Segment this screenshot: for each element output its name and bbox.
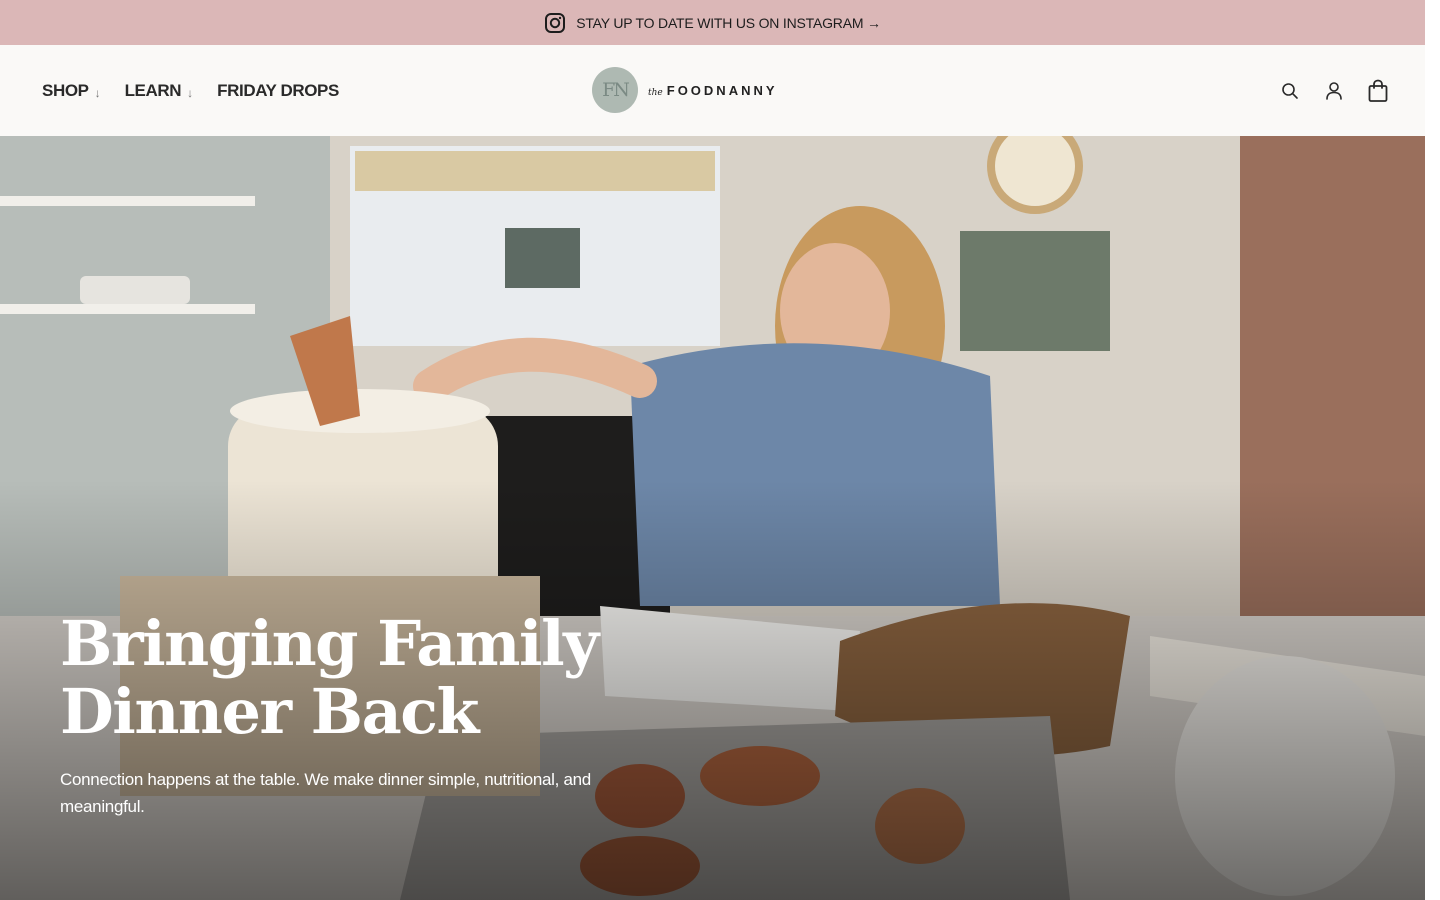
search-icon[interactable] (1279, 80, 1301, 102)
utility-icons (1279, 45, 1389, 136)
promo-text: STAY UP TO DATE WITH US ON INSTAGRAM → (576, 14, 881, 31)
nav-label-learn: LEARN (124, 80, 182, 100)
hero-subtitle: Connection happens at the table. We make… (60, 770, 591, 816)
nav-item-shop[interactable]: SHOP ↓ (42, 81, 101, 101)
main-nav: SHOP ↓ LEARN ↓ FRIDAY DROPS (42, 45, 339, 136)
chevron-down-icon: ↓ (187, 85, 194, 100)
chevron-down-icon: ↓ (94, 85, 101, 100)
nav-label-shop: SHOP (42, 80, 89, 100)
hero-section: Bringing Family Dinner Back Connection h… (0, 136, 1425, 900)
logo-wordmark: the FOODNANNY (648, 83, 778, 98)
instagram-icon (544, 12, 566, 34)
account-icon[interactable] (1323, 80, 1345, 102)
logo-prefix: the (648, 87, 663, 98)
logo-mark: FN (592, 67, 638, 113)
hero-title: Bringing Family Dinner Back (60, 607, 599, 748)
instagram-promo-bar[interactable]: STAY UP TO DATE WITH US ON INSTAGRAM → (0, 0, 1425, 45)
site-logo[interactable]: FN the FOODNANNY (592, 67, 778, 113)
nav-item-friday-drops[interactable]: FRIDAY DROPS (217, 81, 339, 101)
logo-name: FOODNANNY (666, 82, 778, 98)
site-header: SHOP ↓ LEARN ↓ FRIDAY DROPS FN the FOODN… (0, 45, 1425, 136)
page-scrollbar[interactable] (1425, 0, 1440, 900)
nav-item-learn[interactable]: LEARN ↓ (125, 81, 194, 101)
nav-label-friday-drops: FRIDAY DROPS (217, 80, 339, 100)
cart-icon[interactable] (1367, 79, 1389, 102)
